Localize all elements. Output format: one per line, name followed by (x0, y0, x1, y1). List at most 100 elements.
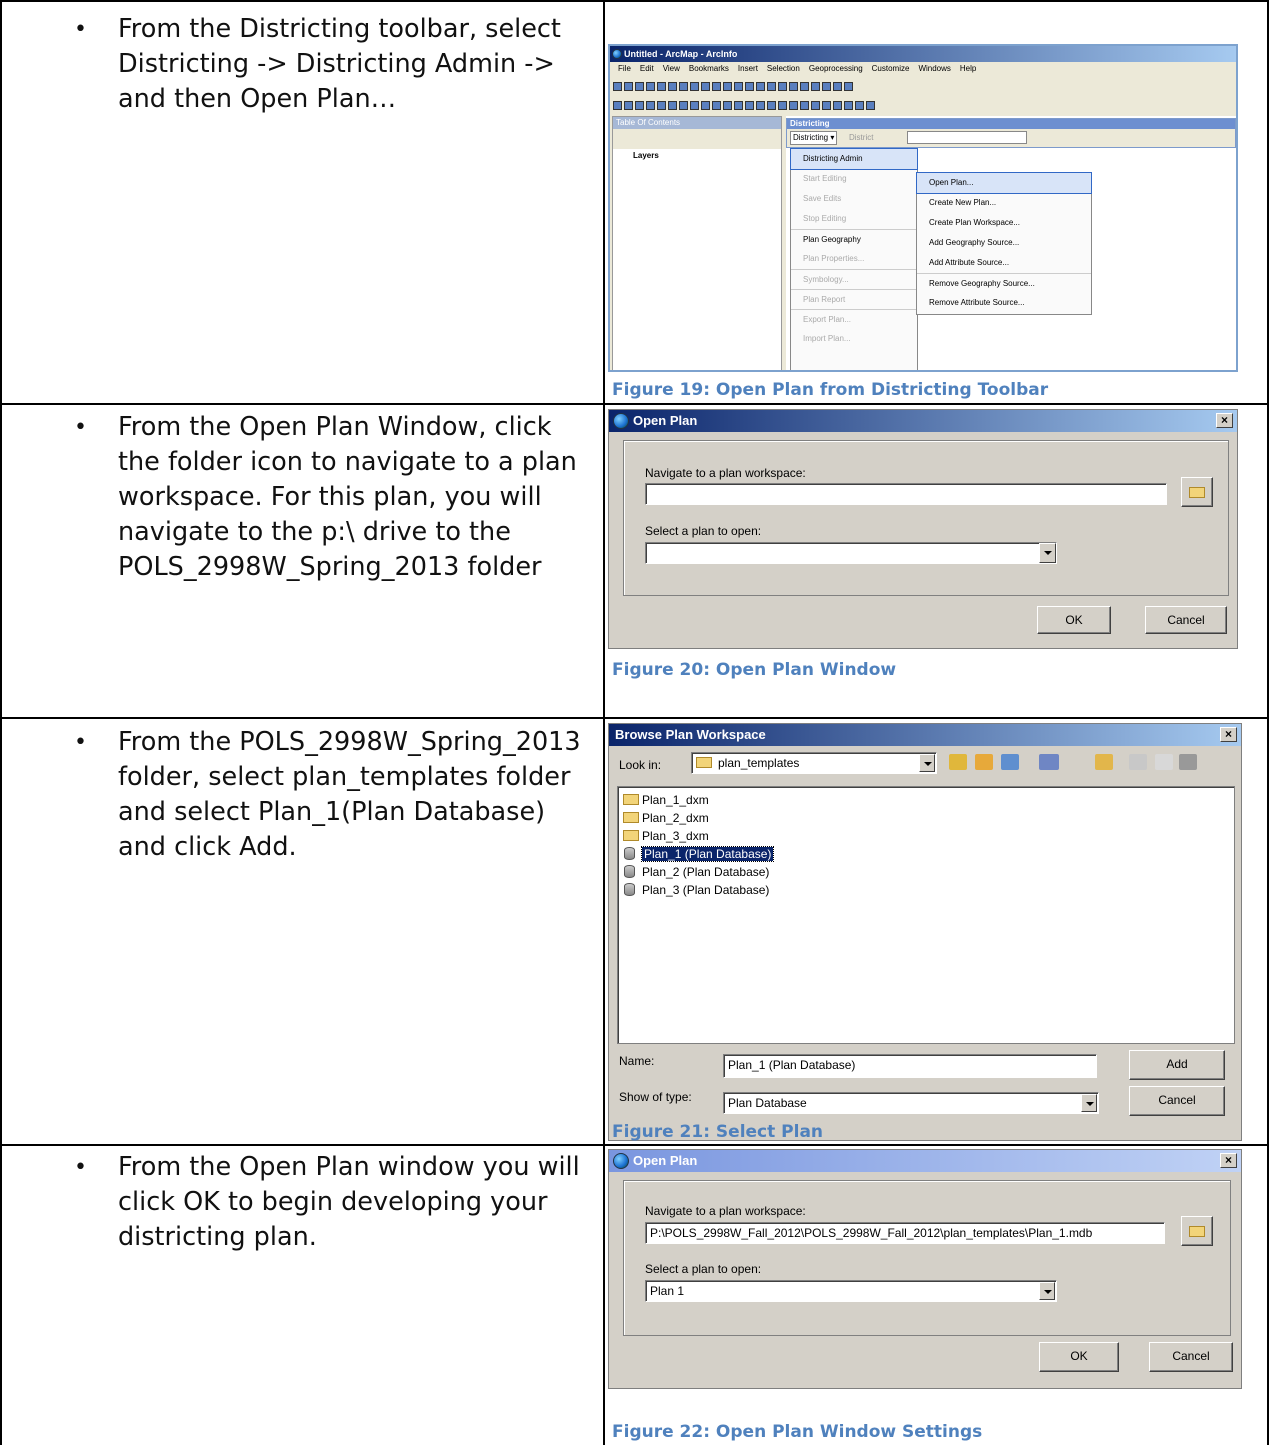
plan-database-icon (624, 865, 635, 878)
list-item-folder[interactable]: Plan_3_dxm (622, 827, 709, 845)
figure-19-caption: Figure 19: Open Plan from Districting To… (612, 380, 1049, 400)
district-combo[interactable] (907, 131, 1027, 144)
menu-remove-geography-source[interactable]: Remove Geography Source... (917, 273, 1091, 293)
districting-admin-submenu: Open Plan... Create New Plan... Create P… (916, 172, 1092, 315)
cancel-button[interactable]: Cancel (1149, 1342, 1233, 1372)
districting-toolbar: Districting Districting ▾ District (786, 118, 1236, 148)
chevron-down-icon[interactable] (919, 754, 935, 772)
menu-open-plan[interactable]: Open Plan... (916, 172, 1092, 194)
browse-folder-button[interactable] (1181, 477, 1213, 507)
toc-layers[interactable]: Layers (613, 149, 781, 163)
type-select[interactable]: Plan Database (723, 1092, 1099, 1114)
name-input[interactable]: Plan_1 (Plan Database) (723, 1054, 1097, 1078)
look-in-select[interactable]: plan_templates (691, 752, 937, 774)
folder-icon (623, 830, 639, 841)
close-icon[interactable]: × (1216, 413, 1233, 428)
home-icon[interactable] (975, 754, 993, 770)
menu-start-editing[interactable]: Start Editing (791, 169, 917, 189)
table-border-top (0, 0, 1269, 2)
catalog-icon[interactable] (1179, 754, 1197, 770)
toc-toolbar[interactable] (613, 129, 781, 149)
database-icon[interactable] (1155, 754, 1173, 770)
cancel-button[interactable]: Cancel (1145, 606, 1227, 634)
arcmap-menubar: File Edit View Bookmarks Insert Selection Geop… (618, 64, 985, 76)
navigate-label: Navigate to a plan workspace: (645, 466, 806, 480)
list-item-folder[interactable]: Plan_1_dxm (622, 791, 709, 809)
add-button[interactable]: Add (1129, 1050, 1225, 1080)
workspace-path-input[interactable]: P:\POLS_2998W_Fall_2012\POLS_2998W_Fall_… (645, 1222, 1165, 1244)
menu-view[interactable]: View (663, 64, 680, 73)
open-plan-titlebar: Open Plan × (609, 1150, 1241, 1172)
select-plan-label: Select a plan to open: (645, 1262, 762, 1276)
menu-plan-report[interactable]: Plan Report (791, 289, 917, 309)
row-divider (0, 717, 1269, 719)
plan-select[interactable]: Plan 1 (645, 1280, 1057, 1302)
districting-dropdown-button[interactable]: Districting ▾ (790, 131, 838, 145)
menu-remove-attribute-source[interactable]: Remove Attribute Source... (917, 293, 1091, 313)
connect-folder-icon[interactable] (1001, 754, 1019, 770)
plan-database-icon (624, 847, 635, 860)
list-item-folder[interactable]: Plan_2_dxm (622, 809, 709, 827)
list-item-plan-database-selected[interactable]: Plan_1 (Plan Database) (622, 845, 775, 863)
arcmap-window: Untitled - ArcMap - ArcInfo File Edit View… (608, 44, 1238, 372)
cancel-button[interactable]: Cancel (1129, 1086, 1225, 1116)
menu-help[interactable]: Help (960, 64, 976, 73)
menu-add-attribute-source[interactable]: Add Attribute Source... (917, 253, 1091, 273)
menu-edit[interactable]: Edit (640, 64, 654, 73)
open-folder-icon (1189, 487, 1205, 498)
new-item-icon[interactable] (1129, 754, 1147, 770)
close-icon[interactable]: × (1220, 727, 1237, 742)
menu-create-plan-workspace[interactable]: Create Plan Workspace... (917, 213, 1091, 233)
workspace-path-input[interactable] (645, 483, 1167, 505)
tools-toolbar[interactable] (612, 98, 992, 113)
chevron-down-icon[interactable] (1039, 543, 1056, 563)
look-in-label: Look in: (619, 758, 662, 772)
list-item-plan-database[interactable]: Plan_3 (Plan Database) (622, 881, 769, 899)
browse-titlebar: Browse Plan Workspace × (609, 724, 1241, 746)
browse-folder-button[interactable] (1181, 1216, 1213, 1246)
menu-selection[interactable]: Selection (767, 64, 800, 73)
open-plan-titlebar: Open Plan × (609, 410, 1237, 432)
chevron-down-icon[interactable] (1039, 1282, 1055, 1300)
ok-button[interactable]: OK (1037, 606, 1111, 634)
menu-customize[interactable]: Customize (872, 64, 910, 73)
menu-file[interactable]: File (618, 64, 631, 73)
arcmap-globe-icon (613, 413, 629, 429)
folder-icon (623, 794, 639, 805)
menu-save-edits[interactable]: Save Edits (791, 189, 917, 209)
up-level-icon[interactable] (949, 754, 967, 770)
column-divider (603, 0, 605, 1445)
menu-districting-admin[interactable]: Districting Admin (790, 148, 918, 170)
menu-geoprocessing[interactable]: Geoprocessing (809, 64, 863, 73)
browse-toolbar[interactable] (949, 754, 1239, 772)
new-folder-icon[interactable] (1095, 754, 1113, 770)
toc-title: Table Of Contents (613, 117, 781, 129)
open-plan-dialog: Open Plan × Navigate to a plan workspace:… (608, 409, 1238, 649)
step-1: • From the Districting toolbar, select Di… (74, 14, 561, 114)
arcmap-globe-icon (612, 49, 622, 59)
row-divider (0, 403, 1269, 405)
standard-toolbar[interactable] (612, 79, 992, 94)
menu-create-new-plan[interactable]: Create New Plan... (917, 193, 1091, 213)
menu-export-plan[interactable]: Export Plan... (791, 309, 917, 329)
menu-bookmarks[interactable]: Bookmarks (689, 64, 729, 73)
view-details-icon[interactable] (1039, 754, 1059, 770)
show-of-type-label: Show of type: (619, 1090, 692, 1104)
list-item-plan-database[interactable]: Plan_2 (Plan Database) (622, 863, 769, 881)
menu-plan-geography[interactable]: Plan Geography (791, 229, 917, 249)
menu-plan-properties[interactable]: Plan Properties... (791, 249, 917, 269)
menu-symbology[interactable]: Symbology... (791, 269, 917, 289)
open-plan-dialog-settings: Open Plan × Navigate to a plan workspace:… (608, 1149, 1242, 1389)
ok-button[interactable]: OK (1039, 1342, 1119, 1372)
district-label: District (849, 133, 874, 142)
menu-stop-editing[interactable]: Stop Editing (791, 209, 917, 229)
chevron-down-icon[interactable] (1081, 1094, 1097, 1112)
plan-select[interactable] (645, 542, 1057, 564)
figure-20-caption: Figure 20: Open Plan Window (612, 660, 897, 680)
step-3: • From the POLS_2998W_Spring_2013 folder,… (74, 727, 581, 862)
menu-import-plan[interactable]: Import Plan... (791, 329, 917, 349)
menu-insert[interactable]: Insert (738, 64, 758, 73)
menu-add-geography-source[interactable]: Add Geography Source... (917, 233, 1091, 253)
menu-windows[interactable]: Windows (918, 64, 950, 73)
close-icon[interactable]: × (1220, 1153, 1237, 1168)
